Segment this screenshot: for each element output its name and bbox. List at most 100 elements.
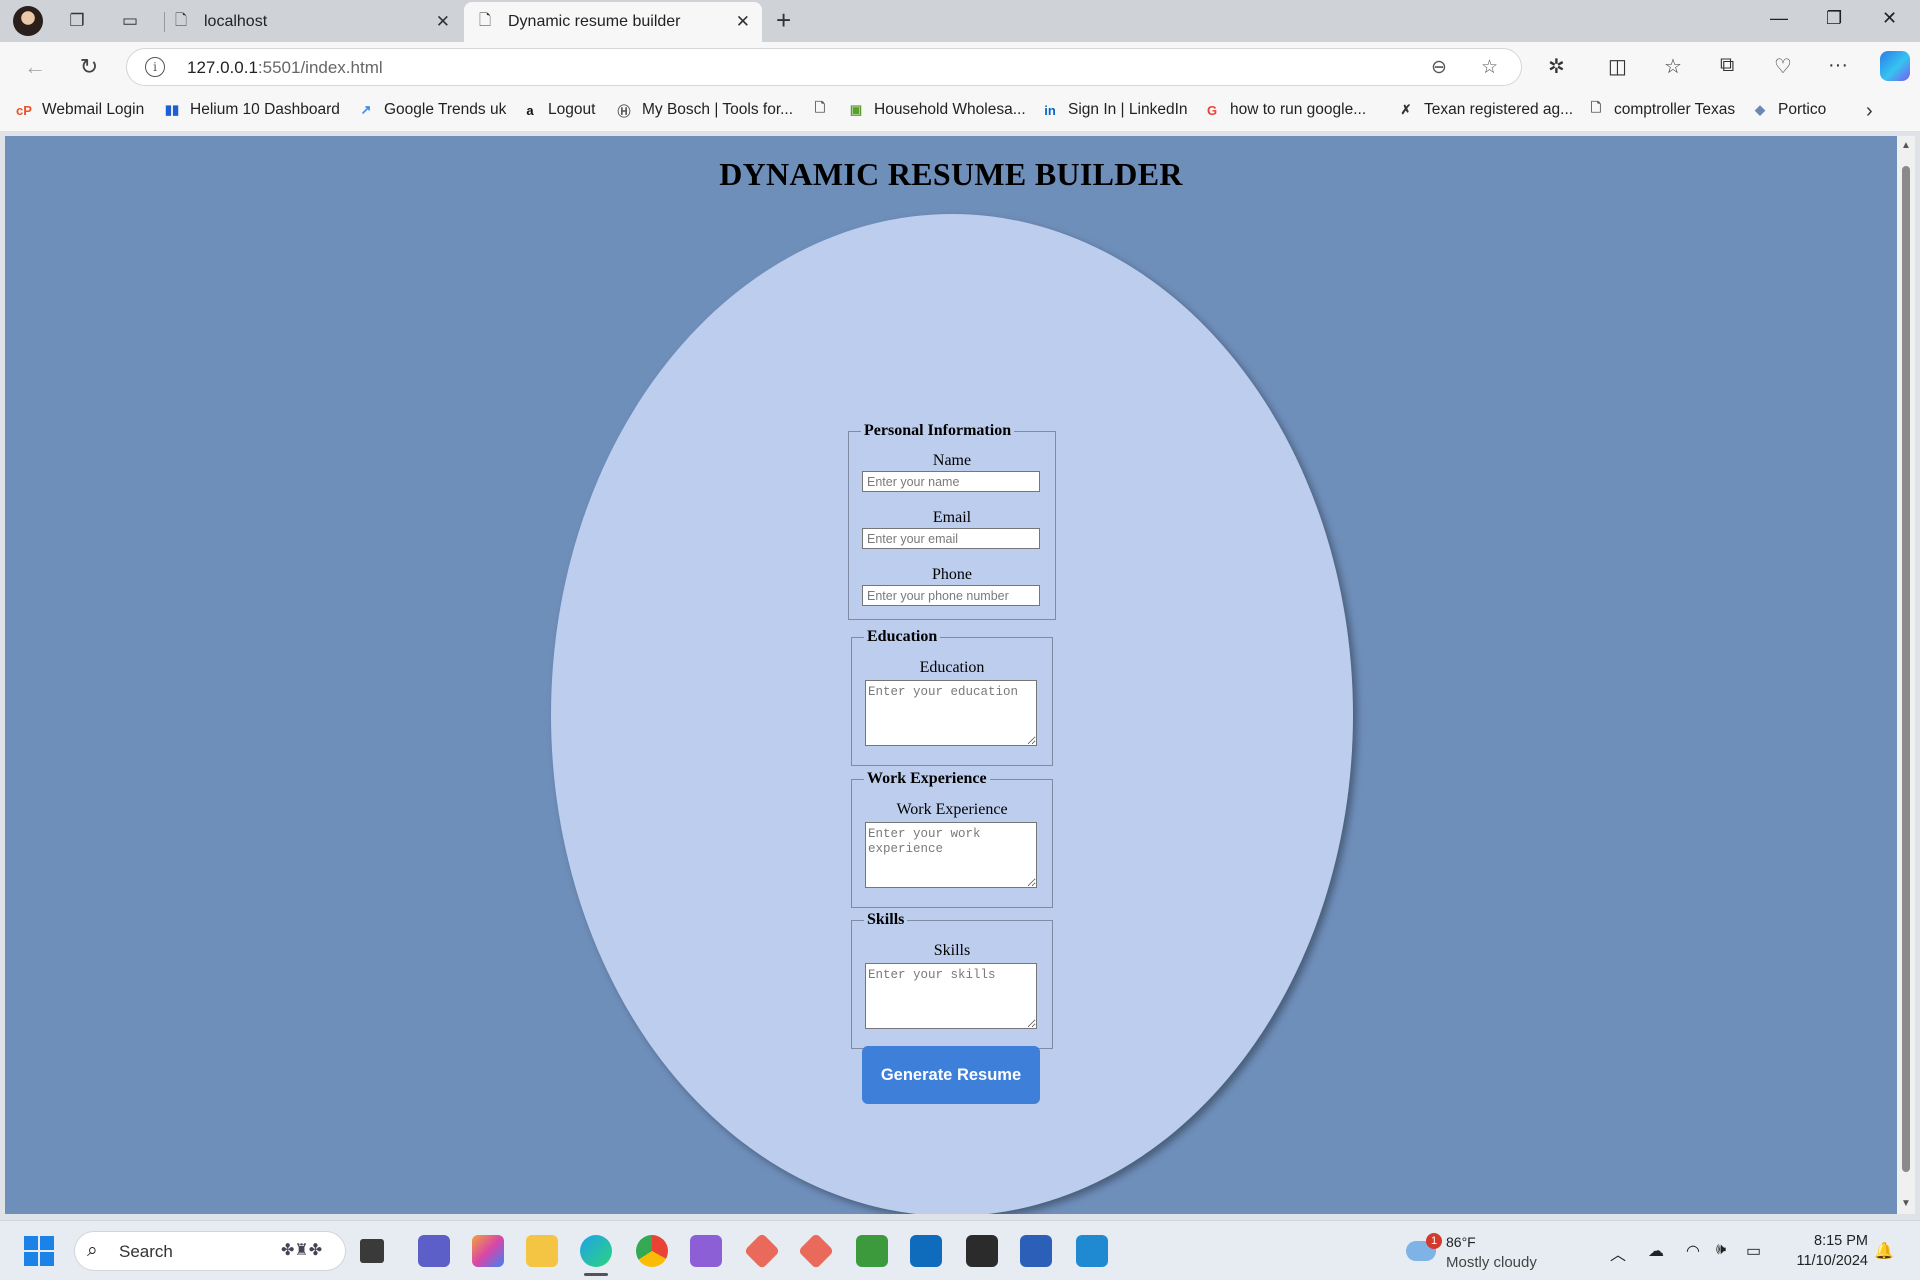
workspaces-icon[interactable]: ❐ [63,7,91,35]
new-tab-icon[interactable]: + [776,7,791,33]
education-textarea[interactable] [865,680,1037,746]
bookmark-6[interactable]: ▣ Household Wholesa... [846,101,1026,119]
volume-icon[interactable]: 🕪 [1716,1241,1726,1259]
site-info-icon[interactable]: i [145,57,165,77]
battery-icon[interactable]: ▭ [1746,1241,1761,1261]
education-fieldset: Education Education [851,628,1053,766]
personal-information-fieldset: Personal Information Name Email Phone [848,422,1056,620]
bookmark-10[interactable]: 🗋 comptroller Texas [1586,100,1736,119]
address-bar[interactable]: i 127.0.0.1:5501/index.html ⊖ ☆ [126,48,1522,86]
google-icon: G [1206,102,1218,118]
bookmark-3[interactable]: a Logout [520,101,595,119]
skills-textarea[interactable] [865,963,1037,1029]
bookmark-9[interactable]: ✗ Texan registered ag... [1396,101,1574,119]
git-icon[interactable] [743,1232,781,1270]
url-host: 127.0.0.1 [187,58,258,77]
collections-icon[interactable]: ⧉ [1720,54,1734,77]
visual-studio-icon[interactable] [690,1235,722,1267]
address-url[interactable]: 127.0.0.1:5501/index.html [187,58,383,78]
scroll-thumb[interactable] [1902,166,1910,1172]
clock-date: 11/10/2024 [1796,1253,1869,1269]
browser-toolbar: ← ↻ i 127.0.0.1:5501/index.html ⊖ ☆ ✲ ◫ … [0,42,1920,92]
teams-icon[interactable] [418,1235,450,1267]
window-close-icon[interactable]: ✕ [1882,8,1897,29]
more-menu-icon[interactable]: ··· [1828,54,1848,77]
copilot-icon[interactable] [1880,51,1910,81]
split-screen-icon[interactable]: ◫ [1608,54,1627,79]
refresh-icon[interactable]: ↻ [74,53,104,81]
terminal-icon[interactable] [966,1235,998,1267]
edge-active-indicator [584,1273,608,1276]
tab-label: localhost [204,13,268,30]
bookmark-label: comptroller Texas [1614,101,1736,118]
skills-label: Skills [933,942,971,959]
bookmarks-bar: cP Webmail Login ▮▮ Helium 10 Dashboard ↗ Goo… [0,92,1920,132]
weather-temp: 86°F [1446,1234,1476,1250]
tab-label: Dynamic resume builder [508,13,681,30]
close-icon[interactable]: ✕ [436,12,450,32]
page-icon: 🗋 [814,100,826,115]
minimize-icon[interactable]: — [1770,8,1788,29]
scroll-up-icon[interactable]: ▲ [1901,140,1911,151]
skills-fieldset: Skills Skills [851,911,1053,1049]
page-icon: 🗋 [174,11,188,29]
tab-localhost[interactable]: 🗋 localhost ✕ [166,2,462,42]
bookmark-5[interactable]: 🗋 [810,100,838,119]
browser-essentials-icon[interactable]: ♡ [1774,54,1792,79]
favorites-icon[interactable]: ☆ [1664,54,1682,79]
outlook-icon[interactable] [910,1235,942,1267]
page-viewport: DYNAMIC RESUME BUILDER Personal Informat… [5,136,1897,1214]
chrome-icon[interactable] [636,1235,668,1267]
page-scrollbar[interactable]: ▲ ▼ [1897,136,1915,1214]
bookmark-2[interactable]: ↗ Google Trends uk [356,101,507,119]
work-experience-textarea[interactable] [865,822,1037,888]
tab-divider [164,12,165,32]
url-path: :5501/index.html [257,58,383,77]
scroll-down-icon[interactable]: ▼ [1901,1198,1911,1209]
favorite-star-icon[interactable]: ☆ [1481,56,1498,79]
weather-condition: Mostly cloudy [1446,1254,1537,1271]
task-view-icon[interactable] [360,1239,384,1263]
vscode-icon[interactable] [1076,1235,1108,1267]
edge-icon[interactable] [580,1235,612,1267]
wifi-icon[interactable]: ◠ [1686,1241,1700,1261]
file-explorer-icon[interactable] [526,1235,558,1267]
phone-label: Phone [932,566,972,583]
word-icon[interactable] [1020,1235,1052,1267]
start-icon[interactable] [24,1236,54,1266]
back-icon[interactable]: ← [20,53,50,81]
name-input[interactable] [862,471,1040,492]
chevron-up-icon[interactable]: ︿ [1610,1241,1626,1265]
bookmark-7[interactable]: in Sign In | LinkedIn [1040,101,1187,119]
notification-icon[interactable]: 🔔 [1874,1241,1894,1261]
onedrive-icon[interactable]: ☁ [1648,1241,1664,1261]
search-icon: ⌕ [87,1240,98,1261]
bookmark-label: My Bosch | Tools for... [642,101,794,118]
tab-dynamic-resume-builder[interactable]: 🗋 Dynamic resume builder ✕ [464,2,762,42]
copilot-app-icon[interactable] [472,1235,504,1267]
bookmark-8[interactable]: Ghow to run google... [1202,101,1366,119]
taskbar-search[interactable]: ⌕ Search ✤♜✤ [74,1231,346,1271]
bookmark-1[interactable]: ▮▮ Helium 10 Dashboard [162,101,340,119]
system-clock[interactable]: 8:15 PM 11/10/2024 [1780,1231,1869,1271]
zoom-icon[interactable]: ⊖ [1431,56,1447,79]
extensions-icon[interactable]: ✲ [1548,54,1565,79]
generate-resume-button[interactable]: Generate Resume [862,1046,1040,1104]
bookmark-label: Webmail Login [42,101,145,118]
portico-icon: ◆ [1755,102,1765,117]
bookmark-0[interactable]: cP Webmail Login [14,101,144,119]
bookmarks-more-icon[interactable]: › [1866,100,1873,123]
bookmark-4[interactable]: Ⓗ My Bosch | Tools for... [614,101,793,119]
tab-actions-icon[interactable]: ▭ [116,7,144,35]
email-input[interactable] [862,528,1040,549]
page-title: DYNAMIC RESUME BUILDER [719,156,1183,192]
bookmark-label: Logout [548,101,596,118]
profile-avatar[interactable] [13,6,43,36]
bookmark-11[interactable]: ◆ Portico [1750,101,1826,119]
bosch-icon: Ⓗ [617,103,631,119]
restore-icon[interactable]: ❐ [1826,8,1842,29]
git-gui-icon[interactable] [797,1232,835,1270]
node-icon[interactable] [856,1235,888,1267]
phone-input[interactable] [862,585,1040,606]
close-icon[interactable]: ✕ [736,12,750,32]
